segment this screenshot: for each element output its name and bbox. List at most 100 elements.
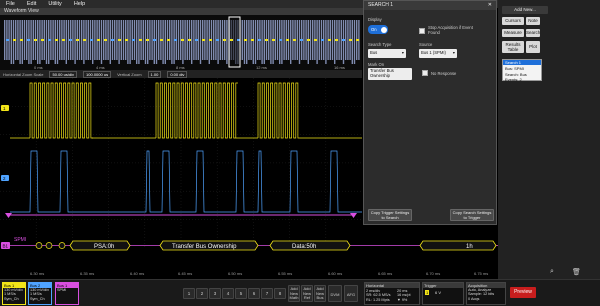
overview-mark [349,39,352,41]
main-waveform-area[interactable]: 1 2 [0,78,362,248]
ch2-badge-line: Sym_Ch [30,296,45,301]
channel-3-button[interactable]: 3 [209,288,221,299]
overview-bar [331,20,334,60]
source-select[interactable]: Bus 1 (SPMI) ▾ [419,49,457,58]
trace-segment [257,82,300,139]
waveform-overview[interactable]: 0 ms 4 ms 8 ms 12 ms 16 ms [0,15,362,70]
horizontal-badge[interactable]: Horizontal 2 ms/div SR: 62.5 MS/s RL: 1.… [364,282,420,305]
bus1-badge[interactable]: Bus 1 SPMI [55,282,79,305]
overview-bar [109,20,111,64]
h-zoom-value[interactable]: 50.00 us/div [49,70,78,78]
channel-2-button[interactable]: 2 [196,288,208,299]
overview-mark [272,39,275,41]
search-button[interactable]: Search [526,29,540,37]
channel-6-button[interactable]: 6 [248,288,260,299]
channel-4-button[interactable]: 4 [222,288,234,299]
trigger-badge[interactable]: Trigger 1 6 V [422,282,464,305]
overview-mark [48,39,51,41]
no-response-checkbox[interactable] [422,70,428,76]
source-value: Bus 1 (SPMI) [421,50,446,55]
overview-bar [162,20,164,64]
overview-bar [147,20,149,64]
decode-segment-data[interactable]: Data:50h [292,244,316,250]
overview-bar [52,20,54,60]
source-label: Source [419,42,433,47]
overview-bar [208,20,210,64]
overview-bar [248,20,250,60]
overview-bar [153,20,155,64]
overview-mark [286,39,289,41]
dvm-button[interactable]: DVM [328,285,342,302]
h-zoom-position[interactable]: 100.0000 us [83,70,112,78]
overview-mark [167,39,170,41]
overview-bar [276,20,279,60]
preview-button[interactable]: Preview [510,287,536,298]
add-new-bus-button[interactable]: Add New Bus [314,285,326,302]
overview-bar [81,20,83,60]
bus-decode-area[interactable]: SPMI B1 PSA:0h Transfer Bus Ownership Da… [0,232,500,262]
v-zoom-value[interactable]: 1.00 [147,70,162,78]
measure-button[interactable]: Measure [502,29,524,37]
ch2-badge[interactable]: Bus 2 130 mV/div 1 MS/s Sym_Ch [28,282,52,305]
decode-packet[interactable] [419,240,497,251]
channel-7-button[interactable]: 7 [261,288,273,299]
afg-button[interactable]: AFG [344,285,358,302]
menu-utility[interactable]: Utility [42,1,67,7]
overview-bar [100,20,103,64]
channel-8-button[interactable]: 8 [274,288,286,299]
ch1-badge[interactable]: Bus 1 130 mV/div 1 MS/s Sym_Ch [2,282,26,305]
decode-segment-transfer[interactable]: Transfer Bus Ownership [172,244,237,250]
overview-mark [6,39,9,41]
mark-on-select[interactable]: Transfer Bus Ownership [368,68,412,80]
acquisition-badge[interactable]: Acquisition Auto, Analyze Sample: 12 bit… [466,282,506,305]
zoom-icon[interactable]: ⌕ [550,268,554,276]
copy-search-to-trigger-button[interactable]: Copy Search Settings to Trigger [450,209,494,221]
chevron-down-icon: ▾ [401,50,404,55]
overview-bar [243,20,246,64]
display-toggle[interactable]: On [368,25,388,34]
decode-segment-1h[interactable]: 1h [466,244,473,250]
results-table-button[interactable]: Results Table [502,41,524,53]
close-icon[interactable]: ✕ [488,1,496,10]
channel-1-button[interactable]: 1 [183,288,195,299]
bus-marker-label: B1 [3,244,9,249]
overview-mark [223,39,226,41]
overview-mark [356,39,359,41]
menu-edit[interactable]: Edit [21,1,42,7]
trash-icon[interactable]: 🗑 [572,268,581,276]
overview-bar [290,20,292,64]
plot-button[interactable]: Plot [526,41,540,53]
overview-bar [48,20,50,64]
menu-file[interactable]: File [0,1,21,7]
overview-bar [164,20,166,64]
search-type-select[interactable]: Bus ▾ [368,49,406,58]
stop-acquisition-checkbox[interactable] [419,28,425,34]
search-result-badge[interactable]: Search 1 Bus: SPMI Search: Bus Events: 2 [502,59,542,82]
overview-bar [72,20,74,60]
overview-mark [314,39,317,41]
add-new-ref-button[interactable]: Add New Ref [301,285,313,302]
search-type-label: Search Type [368,42,392,47]
overview-bar [10,20,12,64]
overview-bar [4,20,6,60]
overview-bar [122,20,125,60]
add-new-header: Add New... [502,6,548,14]
v-zoom-position[interactable]: 0.00 div [167,70,188,78]
horizontal-title: Horizontal [365,283,419,288]
overview-bar [138,20,140,64]
copy-trigger-to-search-button[interactable]: Copy Trigger Settings to Search [368,209,412,221]
add-new-math-button[interactable]: Add New Math [288,285,300,302]
channel-5-button[interactable]: 5 [235,288,247,299]
decode-segment-psa[interactable]: PSA:0h [94,244,114,250]
overview-mark [209,39,212,41]
time-tick: 6.60 ms [328,271,343,276]
zoom-info-bar: Horizontal Zoom Scale 50.00 us/div 100.0… [0,70,362,78]
note-button[interactable]: Note [526,17,540,25]
cursors-button[interactable]: Cursors [502,17,524,25]
overview-bar [149,20,151,60]
menu-help[interactable]: Help [68,1,91,7]
overview-bar [338,20,340,60]
trigger-title: Trigger [423,283,463,288]
decode-marker [35,242,43,249]
overview-bar [305,20,307,60]
